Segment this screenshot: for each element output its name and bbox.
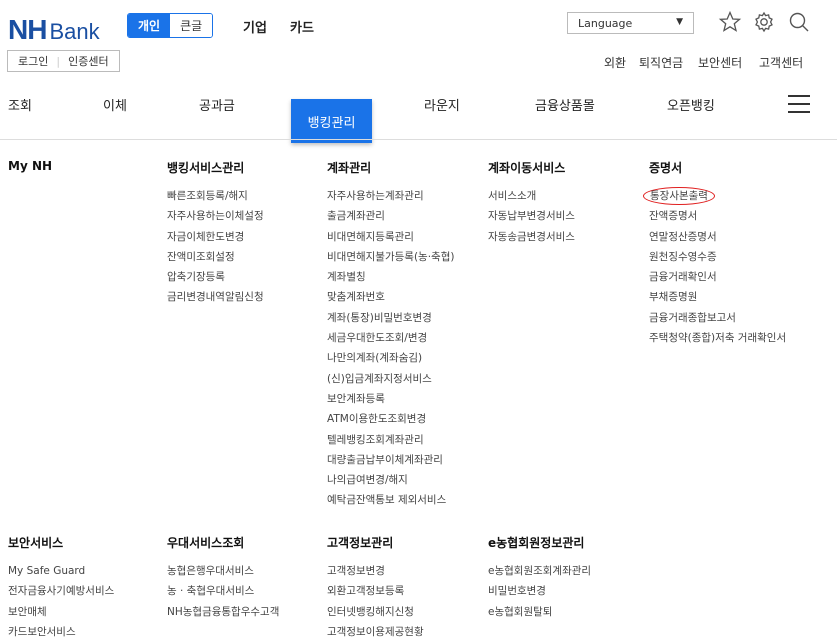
menu-item[interactable]: 자동송금변경서비스 xyxy=(488,227,575,247)
nh-bank-logo[interactable]: NH Bank xyxy=(8,14,100,46)
gnb-divider xyxy=(0,139,837,140)
menu-title-security[interactable]: 보안서비스 xyxy=(8,534,114,551)
menu-col-preferential: 우대서비스조회 농협은행우대서비스 농 · 축협우대서비스 NH농협금융통합우수… xyxy=(167,534,279,622)
menu-item[interactable]: 자주사용하는계좌관리 xyxy=(327,186,454,206)
menu-item[interactable]: 나의급여변경/해지 xyxy=(327,470,454,490)
menu-item[interactable]: 빠른조회등록/해지 xyxy=(167,186,264,206)
personal-largefont-toggle: 개인 큰글 xyxy=(127,13,214,38)
menu-item[interactable]: 비대면해지불가등록(농·축협) xyxy=(327,247,454,267)
menu-item[interactable]: 주택청약(종합)저축 거래확인서 xyxy=(649,331,799,345)
menu-item[interactable]: 잔액증명서 xyxy=(649,206,799,226)
menu-item[interactable]: 인터넷뱅킹해지신청 xyxy=(327,602,424,622)
gnb-open-banking[interactable]: 오픈뱅킹 xyxy=(667,95,715,114)
menu-title-account-management[interactable]: 계좌관리 xyxy=(327,159,454,176)
corporate-link[interactable]: 기업 xyxy=(243,17,267,36)
star-icon[interactable] xyxy=(718,10,742,34)
language-label: Language xyxy=(578,16,633,30)
menu-item[interactable]: 외환고객정보등록 xyxy=(327,581,424,601)
menu-title-mynh[interactable]: My NH xyxy=(8,159,52,173)
menu-item[interactable]: 비대면해지등록관리 xyxy=(327,227,454,247)
menu-col-customer-info: 고객정보관리 고객정보변경 외환고객정보등록 인터넷뱅킹해지신청 고객정보이용제… xyxy=(327,534,424,642)
menu-item[interactable]: 비밀번호변경 xyxy=(488,581,591,601)
menu-item[interactable]: 잔액미조회설정 xyxy=(167,247,264,267)
gnb-transfer[interactable]: 이체 xyxy=(103,95,127,114)
gnb-lounge[interactable]: 라운지 xyxy=(424,95,460,114)
menu-item[interactable]: ATM이용한도조회변경 xyxy=(327,409,454,429)
menu-col-enh-member: e농협회원정보관리 e농협회원조회계좌관리 비밀번호변경 e농협회원탈퇴 xyxy=(488,534,591,622)
gear-icon[interactable] xyxy=(752,10,776,34)
menu-item[interactable]: 나만의계좌(계좌숨김) xyxy=(327,348,454,368)
menu-col-mynh: My NH xyxy=(8,159,52,183)
menu-item[interactable]: 고객정보변경 xyxy=(327,561,424,581)
menu-title-preferential[interactable]: 우대서비스조회 xyxy=(167,534,279,551)
gnb-product-mall[interactable]: 금융상품몰 xyxy=(535,95,595,114)
menu-item[interactable]: 농협은행우대서비스 xyxy=(167,561,279,581)
divider: | xyxy=(56,54,61,68)
gnb-banking-management-label: 뱅킹관리 xyxy=(307,115,356,131)
login-link[interactable]: 로그인 xyxy=(18,53,48,69)
menu-item[interactable]: 세금우대한도조회/변경 xyxy=(327,328,454,348)
menu-title-banking-service[interactable]: 뱅킹서비스관리 xyxy=(167,159,264,176)
menu-item[interactable]: 원천징수영수증 xyxy=(649,247,799,267)
menu-item[interactable]: 금융거래확인서 xyxy=(649,267,799,287)
menu-item-passbook-copy[interactable]: 통장사본출력 xyxy=(643,186,799,206)
search-icon[interactable] xyxy=(787,10,811,34)
menu-title-account-switch[interactable]: 계좌이동서비스 xyxy=(488,159,575,176)
hamburger-menu-icon[interactable] xyxy=(788,95,810,113)
menu-item[interactable]: 금리변경내역알림신청 xyxy=(167,287,264,307)
menu-item[interactable]: 대량출금납부이체계좌관리 xyxy=(327,450,454,470)
segment-large-font[interactable]: 큰글 xyxy=(170,14,213,37)
gnb-banking-management[interactable]: 뱅킹관리 xyxy=(291,99,372,143)
menu-item[interactable]: 부채증명원 xyxy=(649,287,799,307)
menu-item[interactable]: 농 · 축협우대서비스 xyxy=(167,581,279,601)
cert-center-link[interactable]: 인증센터 xyxy=(68,53,108,69)
menu-item[interactable]: 자금이체한도변경 xyxy=(167,227,264,247)
gnb-utility[interactable]: 공과금 xyxy=(199,95,235,114)
util-link-customer[interactable]: 고객센터 xyxy=(759,54,803,71)
menu-item[interactable]: 자주사용하는이체설정 xyxy=(167,206,264,226)
segment-personal[interactable]: 개인 xyxy=(128,14,171,37)
menu-item[interactable]: 계좌(통장)비밀번호변경 xyxy=(327,308,454,328)
gnb-inquiry[interactable]: 조회 xyxy=(8,95,32,114)
util-link-fx[interactable]: 외환 xyxy=(604,54,626,71)
menu-item[interactable]: 압축기장등록 xyxy=(167,267,264,287)
menu-item[interactable]: 전자금융사기예방서비스 xyxy=(8,581,114,601)
menu-item[interactable]: My Safe Guard xyxy=(8,561,114,581)
menu-item[interactable]: e농협회원탈퇴 xyxy=(488,602,591,622)
language-select[interactable]: Language ▼ xyxy=(567,12,694,34)
dropdown-arrow-icon: ▼ xyxy=(676,17,683,27)
menu-item[interactable]: 맞춤계좌번호 xyxy=(327,287,454,307)
menu-title-customer-info[interactable]: 고객정보관리 xyxy=(327,534,424,551)
menu-item[interactable]: 서비스소개 xyxy=(488,186,575,206)
menu-title-certificates[interactable]: 증명서 xyxy=(649,159,799,176)
util-link-pension[interactable]: 퇴직연금 xyxy=(639,54,683,71)
menu-item[interactable]: 출금계좌관리 xyxy=(327,206,454,226)
menu-col-account-management: 계좌관리 자주사용하는계좌관리 출금계좌관리 비대면해지등록관리 비대면해지불가… xyxy=(327,159,454,511)
login-cert-box: 로그인 | 인증센터 xyxy=(7,50,120,72)
menu-item[interactable]: 자동납부변경서비스 xyxy=(488,206,575,226)
highlight-circle: 통장사본출력 xyxy=(643,187,715,205)
menu-item[interactable]: 연말정산증명서 xyxy=(649,227,799,247)
menu-item[interactable]: e농협회원조회계좌관리 xyxy=(488,561,591,581)
menu-col-banking-service: 뱅킹서비스관리 빠른조회등록/해지 자주사용하는이체설정 자금이체한도변경 잔액… xyxy=(167,159,264,308)
menu-col-security: 보안서비스 My Safe Guard 전자금융사기예방서비스 보안매체 카드보… xyxy=(8,534,114,642)
menu-item[interactable]: (신)입금계좌지정서비스 xyxy=(327,369,454,389)
logo-nh: NH xyxy=(8,14,47,45)
logo-bank: Bank xyxy=(49,19,100,44)
menu-item[interactable]: 예탁금잔액통보 제외서비스 xyxy=(327,490,454,510)
menu-col-account-switch: 계좌이동서비스 서비스소개 자동납부변경서비스 자동송금변경서비스 xyxy=(488,159,575,247)
util-link-security[interactable]: 보안센터 xyxy=(698,54,742,71)
menu-item[interactable]: 텔레뱅킹조회계좌관리 xyxy=(327,430,454,450)
menu-item[interactable]: NH농협금융통합우수고객 xyxy=(167,602,279,622)
card-link[interactable]: 카드 xyxy=(290,17,314,36)
menu-item[interactable]: 보안매체 xyxy=(8,602,114,622)
menu-item[interactable]: 계좌별칭 xyxy=(327,267,454,287)
menu-col-certificates: 증명서 통장사본출력 잔액증명서 연말정산증명서 원천징수영수증 금융거래확인서… xyxy=(643,159,799,345)
menu-title-enh-member[interactable]: e농협회원정보관리 xyxy=(488,534,591,551)
menu-item[interactable]: 금융거래종합보고서 xyxy=(649,308,799,328)
menu-item[interactable]: 보안계좌등록 xyxy=(327,389,454,409)
